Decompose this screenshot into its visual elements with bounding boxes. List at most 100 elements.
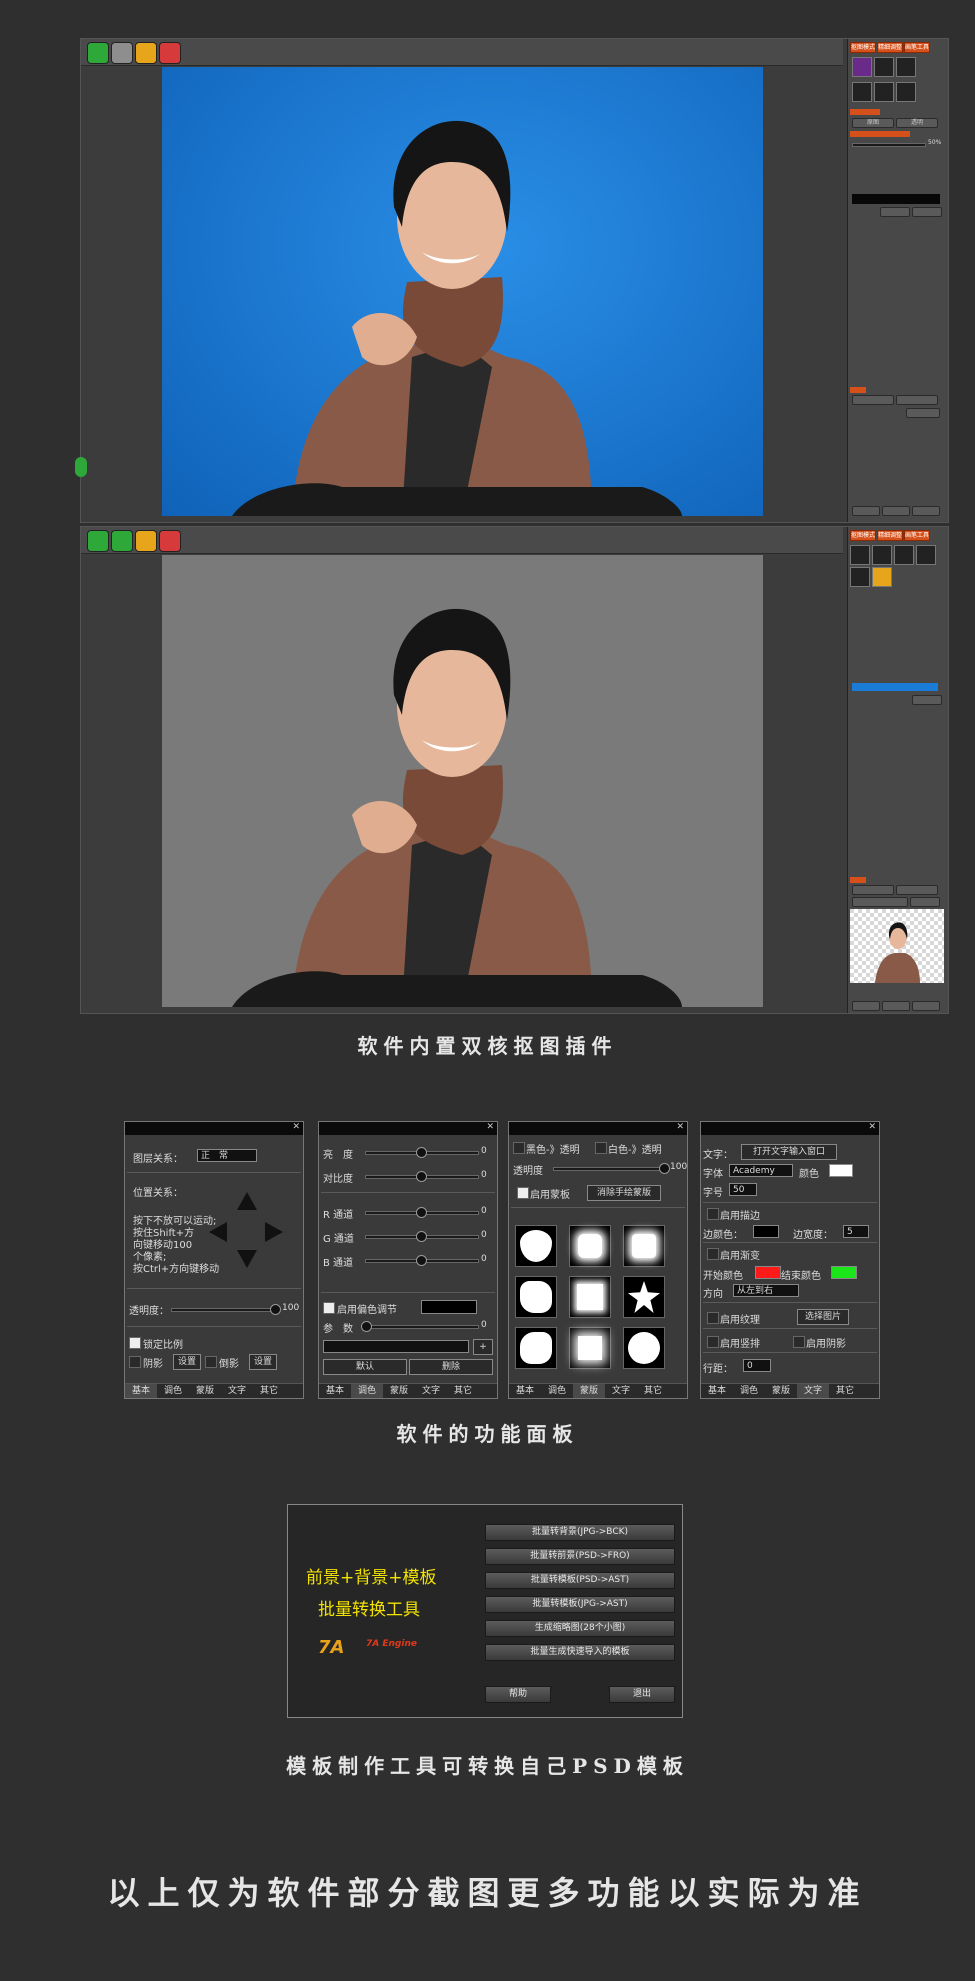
brightness-knob[interactable] <box>416 1147 427 1158</box>
small-button-p[interactable] <box>912 1001 940 1011</box>
r-channel-knob[interactable] <box>416 1207 427 1218</box>
small-button-l[interactable] <box>852 897 908 907</box>
tab-other[interactable]: 其它 <box>829 1384 861 1398</box>
small-button-n[interactable] <box>852 1001 880 1011</box>
batch-fro-button[interactable]: 批量转前景(PSD->FRO) <box>485 1548 675 1565</box>
tab-fine-adjust[interactable]: 精细调整 <box>877 42 903 53</box>
params-slider[interactable] <box>365 1325 479 1329</box>
shadow-checkbox[interactable] <box>129 1356 141 1368</box>
tab-cutout-mode[interactable]: 抠图模式 <box>850 42 876 53</box>
add-preset-button[interactable]: + <box>473 1339 493 1355</box>
line-spacing-stepper[interactable]: 0 <box>743 1359 771 1372</box>
close-icon[interactable]: ✕ <box>292 1122 300 1132</box>
small-button-b[interactable] <box>912 207 942 217</box>
stroke-color-swatch[interactable] <box>753 1225 779 1238</box>
tab-brush-tool[interactable]: 画笔工具 <box>904 42 930 53</box>
brush-icon[interactable] <box>874 57 894 77</box>
default-button[interactable]: 默认 <box>323 1359 407 1375</box>
tab-color[interactable]: 调色 <box>157 1384 189 1398</box>
mask-opacity-slider[interactable] <box>553 1167 667 1171</box>
text-color-swatch[interactable] <box>829 1164 853 1177</box>
enable-vertical-checkbox[interactable] <box>707 1336 719 1348</box>
opacity-slider[interactable] <box>171 1308 277 1312</box>
arrow-up-icon[interactable] <box>237 1192 257 1210</box>
eraser-icon[interactable] <box>896 57 916 77</box>
contrast-knob[interactable] <box>416 1171 427 1182</box>
arrow-down-icon[interactable] <box>237 1250 257 1268</box>
exit-button[interactable]: 退出 <box>609 1686 675 1703</box>
small-button-f[interactable] <box>852 506 880 516</box>
arrow-left-icon[interactable] <box>209 1222 227 1242</box>
batch-ast-jpg-button[interactable]: 批量转模板(JPG->AST) <box>485 1596 675 1613</box>
small-button-e[interactable] <box>906 408 940 418</box>
mask-ragged[interactable] <box>515 1276 557 1318</box>
small-button-i[interactable] <box>912 695 942 705</box>
help-button[interactable]: 帮助 <box>485 1686 551 1703</box>
photo-canvas-blue[interactable] <box>162 67 763 516</box>
small-button-d[interactable] <box>896 395 938 405</box>
enable-texture-checkbox[interactable] <box>707 1312 719 1324</box>
direction-select[interactable]: 从左到右 <box>733 1284 799 1297</box>
tab-other[interactable]: 其它 <box>637 1384 669 1398</box>
close-icon[interactable]: ✕ <box>486 1122 494 1132</box>
mask-square-glow-2[interactable] <box>569 1327 611 1369</box>
tint-color-swatch[interactable] <box>421 1300 477 1314</box>
enable-gradient-checkbox[interactable] <box>707 1248 719 1260</box>
pen-icon[interactable] <box>850 545 870 565</box>
opacity-slider-knob[interactable] <box>270 1304 281 1315</box>
params-knob[interactable] <box>361 1321 372 1332</box>
tab-cutout-mode-2[interactable]: 抠图模式 <box>850 530 876 541</box>
size-stepper[interactable]: 50 <box>729 1183 757 1196</box>
shadow-settings-button[interactable]: 设置 <box>173 1354 201 1370</box>
black-transparent-checkbox[interactable] <box>513 1142 525 1154</box>
star-icon[interactable] <box>872 567 892 587</box>
start-color-swatch[interactable] <box>755 1266 781 1279</box>
import-button[interactable] <box>87 42 109 64</box>
small-button-k[interactable] <box>896 885 938 895</box>
arrow-right-icon[interactable] <box>265 1222 283 1242</box>
thumbnails-button[interactable]: 生成缩略图(28个小图) <box>485 1620 675 1637</box>
tab-fine-adjust-2[interactable]: 精细调整 <box>877 530 903 541</box>
bg-transparent-option[interactable]: 透明 <box>896 118 938 128</box>
mask-soft-square-2[interactable] <box>623 1225 665 1267</box>
mask-heart[interactable] <box>515 1225 557 1267</box>
tab-text[interactable]: 文字 <box>797 1384 829 1398</box>
restore-button-2[interactable] <box>111 530 133 552</box>
reflection-checkbox[interactable] <box>205 1356 217 1368</box>
layer-relation-select[interactable]: 正 常 <box>197 1149 257 1162</box>
close-icon[interactable]: ✕ <box>868 1122 876 1132</box>
save-button[interactable] <box>159 42 181 64</box>
select-tool-icon[interactable] <box>852 82 872 102</box>
side-green-handle[interactable] <box>75 457 87 477</box>
restore-brush-icon[interactable] <box>874 82 894 102</box>
tab-mask[interactable]: 蒙版 <box>573 1384 605 1398</box>
white-transparent-checkbox[interactable] <box>595 1142 607 1154</box>
tab-color[interactable]: 调色 <box>733 1384 765 1398</box>
tab-basic[interactable]: 基本 <box>319 1384 351 1398</box>
tab-other[interactable]: 其它 <box>447 1384 479 1398</box>
batch-ast-psd-button[interactable]: 批量转模板(PSD->AST) <box>485 1572 675 1589</box>
small-button-m[interactable] <box>910 897 940 907</box>
stroke-width-stepper[interactable]: 5 <box>843 1225 869 1238</box>
small-button-h[interactable] <box>912 506 940 516</box>
tab-basic[interactable]: 基本 <box>509 1384 541 1398</box>
font-select[interactable]: Academy <box>729 1164 793 1177</box>
process-button-2[interactable] <box>135 530 157 552</box>
brush-size-slider[interactable] <box>852 143 926 147</box>
tab-other[interactable]: 其它 <box>253 1384 285 1398</box>
delete-brush-icon[interactable] <box>896 82 916 102</box>
tab-mask[interactable]: 蒙版 <box>189 1384 221 1398</box>
mask-opacity-knob[interactable] <box>659 1163 670 1174</box>
tab-text[interactable]: 文字 <box>415 1384 447 1398</box>
tab-color[interactable]: 调色 <box>351 1384 383 1398</box>
preset-select[interactable] <box>323 1340 469 1353</box>
enable-tint-checkbox[interactable] <box>323 1302 335 1314</box>
clear-mask-button[interactable]: 消除手绘蒙版 <box>587 1185 661 1201</box>
brush-icon-5[interactable] <box>850 567 870 587</box>
b-channel-knob[interactable] <box>416 1255 427 1266</box>
enable-stroke-checkbox[interactable] <box>707 1208 719 1220</box>
small-button-o[interactable] <box>882 1001 910 1011</box>
open-text-window-button[interactable]: 打开文字输入窗口 <box>741 1144 837 1160</box>
small-button-j[interactable] <box>852 885 894 895</box>
close-icon[interactable]: ✕ <box>676 1122 684 1132</box>
